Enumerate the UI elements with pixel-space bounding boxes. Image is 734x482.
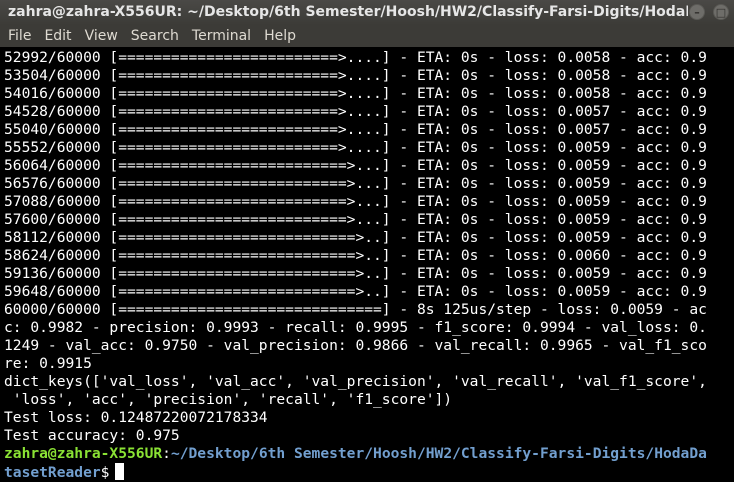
output-line: 1249 - val_acc: 0.9750 - val_precision: … [4, 337, 707, 354]
prompt-line: tasetReader$ [4, 463, 734, 481]
prompt-path-continued: tasetReader [4, 464, 101, 481]
minimize-icon[interactable]: – [689, 4, 705, 20]
window-title: zahra@zahra-X556UR: ~/Desktop/6th Semest… [8, 4, 688, 20]
menu-search[interactable]: Search [126, 25, 184, 47]
output-line: c: 0.9982 - precision: 0.9993 - recall: … [4, 319, 707, 336]
menu-bar: File Edit View Search Terminal Help [0, 25, 734, 47]
output-line: 57088/60000 [==========================>… [4, 193, 707, 210]
menu-edit[interactable]: Edit [39, 25, 76, 47]
menu-terminal[interactable]: Terminal [187, 25, 256, 47]
prompt-user-host: zahra@zahra-X556UR [4, 445, 163, 462]
text-cursor[interactable] [115, 463, 125, 480]
prompt-path: ~/Desktop/6th Semester/Hoosh/HW2/Classif… [170, 445, 707, 462]
output-line: 58624/60000 [===========================… [4, 247, 707, 264]
output-line: Test accuracy: 0.975 [4, 427, 180, 444]
output-line: Test loss: 0.12487220072178334 [4, 409, 268, 426]
output-line: 53504/60000 [=========================>.… [4, 67, 707, 84]
prompt-line: zahra@zahra-X556UR:~/Desktop/6th Semeste… [4, 445, 734, 463]
output-line: 59136/60000 [===========================… [4, 265, 707, 282]
maximize-icon[interactable]: □ [713, 4, 729, 20]
terminal-window: zahra@zahra-X556UR: ~/Desktop/6th Semest… [0, 0, 734, 482]
output-line: 57600/60000 [==========================>… [4, 211, 707, 228]
menu-help[interactable]: Help [259, 25, 301, 47]
output-line: dict_keys(['val_loss', 'val_acc', 'val_p… [4, 373, 707, 390]
prompt-symbol: $ [100, 464, 110, 481]
terminal-output[interactable]: 52992/60000 [=========================>.… [4, 49, 734, 482]
prompt-separator: : [162, 445, 171, 462]
menu-file[interactable]: File [3, 25, 36, 47]
title-bar[interactable]: zahra@zahra-X556UR: ~/Desktop/6th Semest… [0, 0, 734, 25]
output-line: 54528/60000 [=========================>.… [4, 103, 707, 120]
menu-view[interactable]: View [80, 25, 123, 47]
output-line: re: 0.9915 [4, 355, 92, 372]
output-line: 55040/60000 [=========================>.… [4, 121, 707, 138]
output-line: 52992/60000 [=========================>.… [4, 49, 707, 66]
output-line: 55552/60000 [=========================>.… [4, 139, 707, 156]
output-line: 56064/60000 [==========================>… [4, 157, 707, 174]
output-line: 58112/60000 [===========================… [4, 229, 707, 246]
output-line: 'loss', 'acc', 'precision', 'recall', 'f… [4, 391, 453, 408]
output-line: 54016/60000 [=========================>.… [4, 85, 707, 102]
output-line: 60000/60000 [===========================… [4, 301, 707, 318]
output-line: 59648/60000 [===========================… [4, 283, 707, 300]
output-line: 56576/60000 [==========================>… [4, 175, 707, 192]
